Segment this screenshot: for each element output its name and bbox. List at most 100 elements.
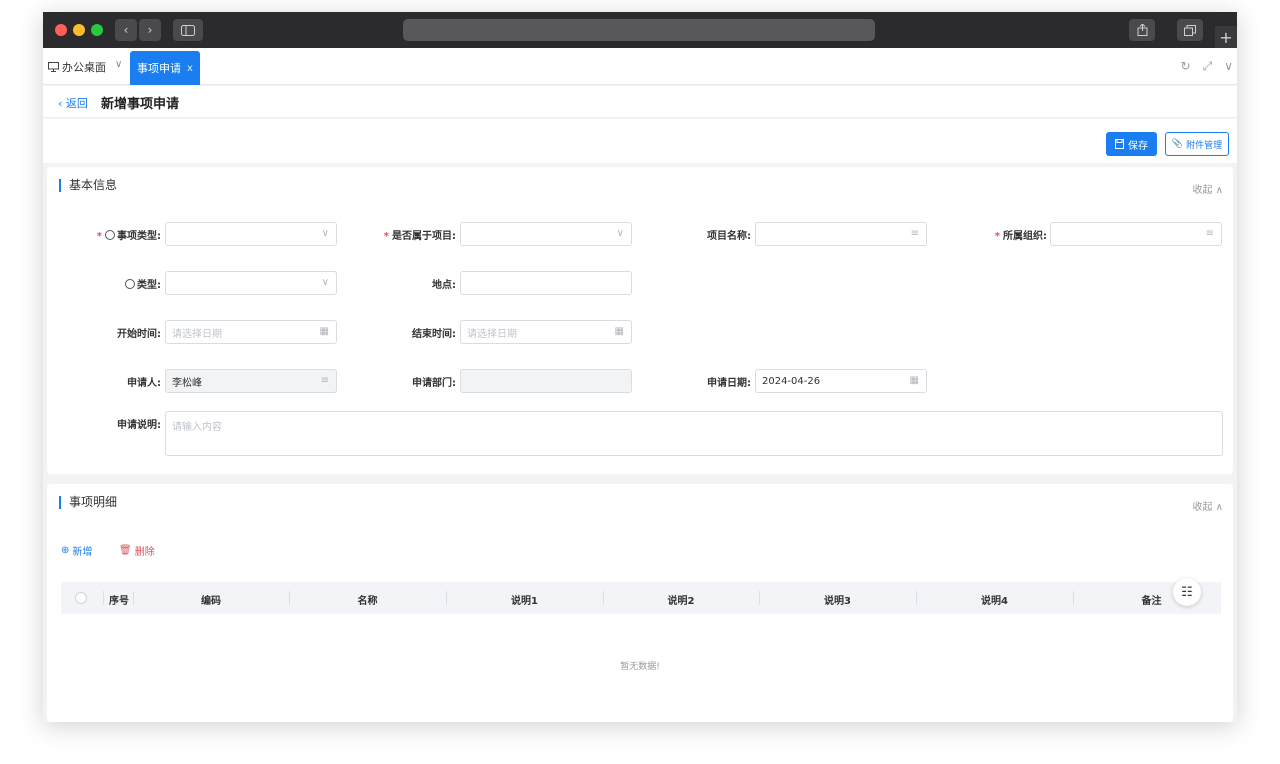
basic-info-collapse[interactable]: 收起 ∧ <box>1192 181 1223 196</box>
delete-row-label: 删除 <box>134 547 155 558</box>
tab-close-icon[interactable]: x <box>187 63 193 74</box>
chevron-down-icon[interactable]: ∨ <box>1224 59 1233 74</box>
chevron-up-icon: ∧ <box>1215 185 1223 196</box>
back-link-label: 返回 <box>65 97 88 110</box>
apply-date-label: 申请日期: <box>707 378 751 389</box>
info-icon <box>125 279 135 289</box>
maximize-window-button[interactable] <box>91 24 103 36</box>
calendar-icon: ▦ <box>909 375 919 386</box>
delete-row-button[interactable]: 🗑 删除 <box>119 543 155 558</box>
tabs-overview-icon[interactable] <box>1177 19 1203 41</box>
save-icon <box>1115 139 1124 149</box>
start-time-label: 开始时间: <box>117 329 161 340</box>
basic-info-card: 基本信息 收起 ∧ * 事项类型: ∨ * 是否属于项目: ∨ 项目名称: ≡ * 所… <box>47 167 1233 474</box>
basic-info-title: 基本信息 <box>59 179 117 192</box>
start-time-picker[interactable]: 请选择日期 ▦ <box>165 320 337 344</box>
paperclip-icon: 📎 <box>1171 139 1184 149</box>
column-header: 说明4 <box>981 596 1008 607</box>
address-bar[interactable] <box>403 19 875 41</box>
project-name-select[interactable]: ≡ <box>755 222 927 246</box>
detail-title: 事项明细 <box>59 496 117 509</box>
column-settings-button[interactable]: ☷ <box>1173 578 1201 606</box>
forward-nav-icon[interactable]: › <box>139 19 161 41</box>
filter-icon: ≡ <box>320 375 329 386</box>
filter-icon: ≡ <box>910 228 919 239</box>
type-select[interactable]: ∨ <box>165 271 337 295</box>
detail-collapse[interactable]: 收起 ∧ <box>1192 498 1223 513</box>
chevron-down-icon: ∨ <box>321 228 329 239</box>
tab-home-label: 办公桌面 <box>62 61 106 74</box>
org-select[interactable]: ≡ <box>1050 222 1222 246</box>
calendar-icon: ▦ <box>319 326 329 337</box>
column-header: 编码 <box>201 596 221 607</box>
action-bar: 保存 📎 附件管理 <box>43 119 1237 163</box>
add-row-button[interactable]: ⊕ 新增 <box>61 543 92 558</box>
applicant-field: 李松峰 ≡ <box>165 369 337 393</box>
share-icon[interactable] <box>1129 19 1155 41</box>
apply-date-picker[interactable]: 2024-04-26 ▦ <box>755 369 927 393</box>
calendar-icon: ▦ <box>614 326 624 337</box>
applicant-label: 申请人: <box>127 378 161 389</box>
project-name-label: 项目名称: <box>707 231 751 242</box>
browser-window: ‹ › + 办公桌面 ∨ 事项申请 x ↻ ⤢ ∨ ‹ 返回 新增事项申请 保存… <box>43 12 1237 722</box>
desc-label: 申请说明: <box>117 420 161 431</box>
monitor-icon <box>48 62 59 72</box>
table-header: 序号 编码 名称 说明1 说明2 说明3 说明4 备注 <box>61 582 1221 614</box>
fullscreen-icon[interactable]: ⤢ <box>1203 59 1213 74</box>
close-window-button[interactable] <box>55 24 67 36</box>
item-type-label: * 事项类型: <box>96 230 161 242</box>
minimize-window-button[interactable] <box>73 24 85 36</box>
column-header: 序号 <box>109 596 129 607</box>
start-time-placeholder: 请选择日期 <box>172 328 222 340</box>
refresh-icon[interactable]: ↻ <box>1181 59 1191 74</box>
browser-titlebar: ‹ › + <box>43 12 1237 48</box>
location-label: 地点: <box>432 280 456 291</box>
end-time-label: 结束时间: <box>412 329 456 340</box>
attachment-button[interactable]: 📎 附件管理 <box>1165 132 1229 156</box>
tab-home[interactable]: 办公桌面 <box>48 59 106 75</box>
apply-date-value: 2024-04-26 <box>762 375 821 387</box>
tab-item-request-label: 事项申请 <box>137 62 182 75</box>
tab-tools: ↻ ⤢ ∨ <box>1181 59 1233 74</box>
collapse-label: 收起 <box>1192 185 1213 196</box>
item-type-select[interactable]: ∨ <box>165 222 337 246</box>
chevron-down-icon: ∨ <box>616 228 624 239</box>
filter-icon: ≡ <box>1205 228 1214 239</box>
empty-table-text: 暂无数据! <box>620 662 660 672</box>
sidebar-toggle-icon[interactable] <box>173 19 203 41</box>
column-header: 说明3 <box>824 596 851 607</box>
end-time-picker[interactable]: 请选择日期 ▦ <box>460 320 632 344</box>
org-label: * 所属组织: <box>994 231 1047 242</box>
chevron-up-icon: ∧ <box>1215 502 1223 513</box>
desc-textarea[interactable]: 请输入内容 <box>165 411 1223 456</box>
column-header: 备注 <box>1141 596 1162 607</box>
dept-field <box>460 369 632 393</box>
app-tabbar: 办公桌面 ∨ 事项申请 x ↻ ⤢ ∨ <box>43 48 1237 85</box>
belongs-project-label: * 是否属于项目: <box>383 231 456 242</box>
end-time-placeholder: 请选择日期 <box>467 328 517 340</box>
page-header: ‹ 返回 新增事项申请 <box>43 86 1237 118</box>
sliders-icon: ☷ <box>1181 584 1193 600</box>
page-title: 新增事项申请 <box>101 97 180 112</box>
tab-item-request[interactable]: 事项申请 x <box>130 51 200 85</box>
save-button[interactable]: 保存 <box>1106 132 1157 156</box>
desc-placeholder: 请输入内容 <box>172 422 222 433</box>
add-row-label: 新增 <box>72 547 93 558</box>
location-input[interactable] <box>460 271 632 295</box>
chevron-down-icon: ∨ <box>321 277 329 288</box>
column-header: 名称 <box>357 596 378 607</box>
new-tab-button[interactable]: + <box>1215 26 1237 48</box>
plus-circle-icon: ⊕ <box>61 545 70 556</box>
attachment-button-label: 附件管理 <box>1186 140 1223 151</box>
info-icon <box>105 230 115 240</box>
detail-card: 事项明细 收起 ∧ ⊕ 新增 🗑 删除 序号 编码 名称 说明1 说明2 说明3 说… <box>47 484 1233 722</box>
back-link[interactable]: ‹ 返回 <box>58 95 88 111</box>
select-all-checkbox[interactable] <box>75 592 87 604</box>
back-nav-icon[interactable]: ‹ <box>115 19 137 41</box>
belongs-project-select[interactable]: ∨ <box>460 222 632 246</box>
chevron-left-icon: ‹ <box>58 97 66 110</box>
applicant-value: 李松峰 <box>172 377 202 389</box>
trash-icon: 🗑 <box>119 545 132 556</box>
chevron-down-icon[interactable]: ∨ <box>115 59 122 70</box>
collapse-label: 收起 <box>1192 502 1213 513</box>
